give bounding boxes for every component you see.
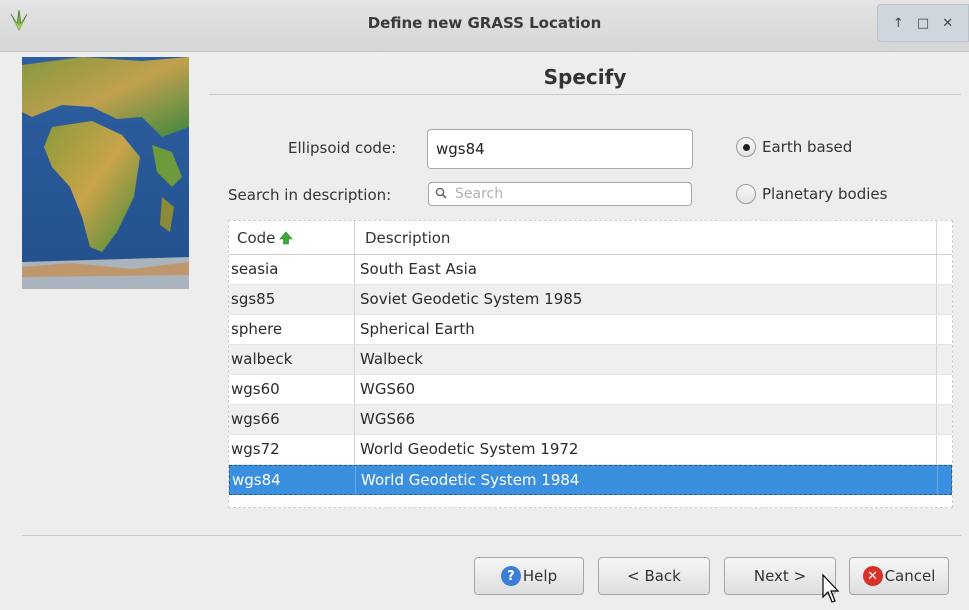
next-button[interactable]: Next > xyxy=(724,557,836,595)
description-cell: Walbeck xyxy=(355,345,937,374)
window-controls: ↑ □ ✕ xyxy=(877,4,969,42)
column-header-code[interactable]: Code xyxy=(229,221,355,255)
window-title: Define new GRASS Location xyxy=(367,14,602,32)
radio-checked-icon xyxy=(736,137,756,157)
earth-based-radio[interactable]: Earth based xyxy=(736,137,852,157)
search-icon xyxy=(435,187,449,202)
search-input[interactable] xyxy=(453,185,683,203)
table-row[interactable]: wgs66 WGS66 xyxy=(229,405,952,435)
table-row[interactable]: walbeck Walbeck xyxy=(229,345,952,375)
description-cell: World Geodetic System 1984 xyxy=(356,466,938,495)
column-header-description[interactable]: Description xyxy=(355,221,937,255)
help-button[interactable]: ? Help xyxy=(474,557,584,595)
title-bar[interactable]: Define new GRASS Location ↑ □ ✕ xyxy=(0,0,969,52)
cancel-icon: ✕ xyxy=(862,566,883,586)
description-cell: South East Asia xyxy=(355,255,937,284)
planetary-bodies-radio[interactable]: Planetary bodies xyxy=(736,184,887,204)
world-map-image xyxy=(22,57,189,289)
footer-divider xyxy=(22,535,961,536)
table-row[interactable]: wgs60 WGS60 xyxy=(229,375,952,405)
code-cell: wgs72 xyxy=(229,435,355,464)
ellipsoid-code-label: Ellipsoid code: xyxy=(288,139,397,157)
code-cell: walbeck xyxy=(229,345,355,374)
description-cell: Spherical Earth xyxy=(355,315,937,344)
mouse-pointer-icon xyxy=(822,574,840,603)
close-icon[interactable]: ✕ xyxy=(940,16,956,31)
code-cell: wgs60 xyxy=(229,375,355,404)
table-header: Code Description xyxy=(229,221,952,255)
search-description-label: Search in description: xyxy=(228,186,392,204)
heading-divider xyxy=(209,94,961,95)
cancel-button[interactable]: ✕ Cancel xyxy=(849,557,949,595)
planetary-bodies-label: Planetary bodies xyxy=(762,185,888,203)
description-cell: WGS66 xyxy=(355,405,937,434)
table-row[interactable]: seasia South East Asia xyxy=(229,255,952,285)
code-cell: sgs85 xyxy=(229,285,355,314)
keep-above-icon[interactable]: ↑ xyxy=(890,16,906,31)
earth-based-label: Earth based xyxy=(762,138,853,156)
table-body: seasia South East Asia sgs85 Soviet Geod… xyxy=(229,255,952,495)
code-cell: sphere xyxy=(229,315,355,344)
code-cell: wgs66 xyxy=(229,405,355,434)
sort-up-arrow-icon xyxy=(279,223,294,257)
wizard-window: Define new GRASS Location ↑ □ ✕ Specify … xyxy=(0,0,969,610)
code-cell: wgs84 xyxy=(230,466,356,495)
description-cell: WGS60 xyxy=(355,375,937,404)
help-icon: ? xyxy=(500,566,521,586)
table-row[interactable]: sgs85 Soviet Geodetic System 1985 xyxy=(229,285,952,315)
ellipsoid-table[interactable]: Code Description seasia South East Asia … xyxy=(228,220,953,508)
maximize-icon[interactable]: □ xyxy=(915,16,931,31)
page-heading: Specify xyxy=(543,65,627,89)
code-cell: seasia xyxy=(229,255,355,284)
table-row[interactable]: sphere Spherical Earth xyxy=(229,315,952,345)
ellipsoid-code-input[interactable] xyxy=(427,129,693,169)
table-row-selected[interactable]: wgs84 World Geodetic System 1984 xyxy=(229,465,952,495)
table-row[interactable]: wgs72 World Geodetic System 1972 xyxy=(229,435,952,465)
back-button[interactable]: < Back xyxy=(598,557,710,595)
description-cell: Soviet Geodetic System 1985 xyxy=(355,285,937,314)
radio-unchecked-icon xyxy=(736,184,756,204)
search-box[interactable] xyxy=(428,182,692,206)
description-cell: World Geodetic System 1972 xyxy=(355,435,937,464)
